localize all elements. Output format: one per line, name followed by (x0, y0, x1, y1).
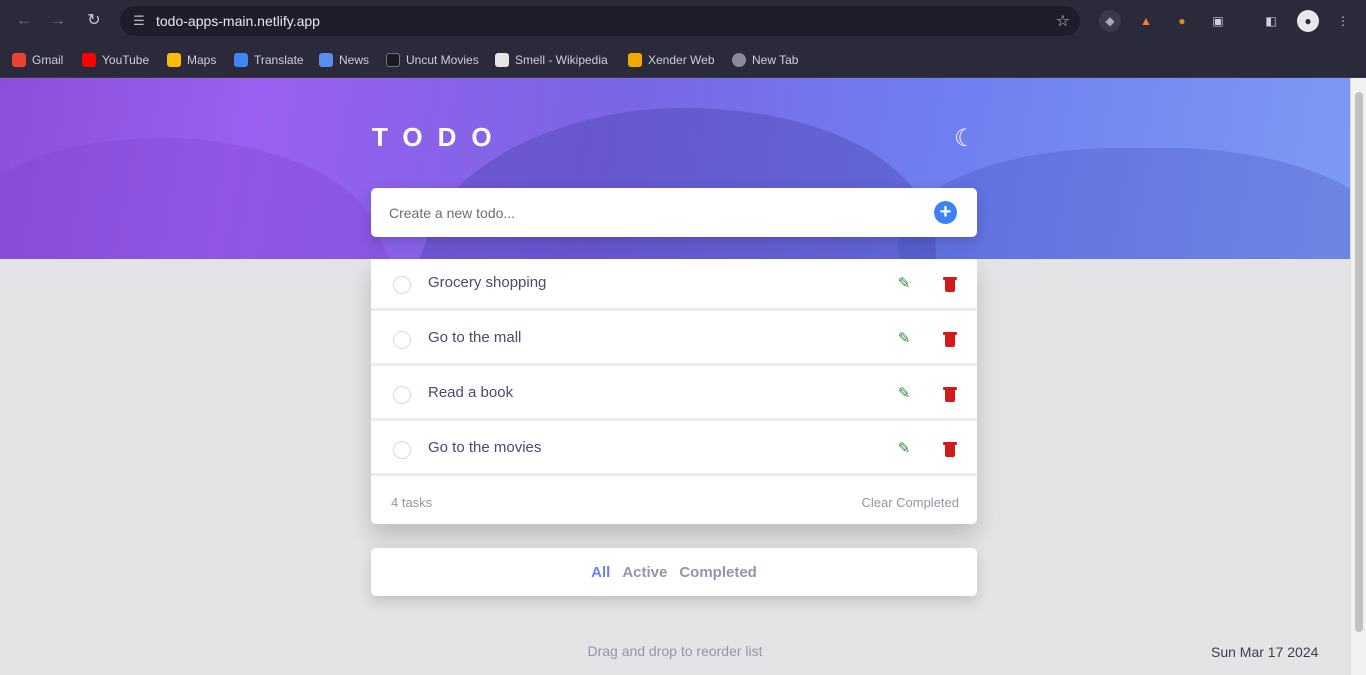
page-viewport: TODO ☾ + Grocery shopping ✎ Go to the ma… (0, 78, 1366, 675)
brave-extension-icon[interactable]: ● (1171, 10, 1193, 32)
add-todo-button[interactable]: + (934, 201, 957, 224)
bookmark-news[interactable]: News (319, 51, 369, 69)
scrollbar-thumb[interactable] (1355, 92, 1363, 632)
bookmark-label: Smell - Wikipedia (515, 53, 608, 67)
bookmark-gmail[interactable]: Gmail (12, 51, 63, 69)
filter-all[interactable]: All (591, 564, 610, 581)
bookmark-translate[interactable]: Translate (234, 51, 304, 69)
reload-icon[interactable]: ↻ (82, 9, 106, 33)
filter-active[interactable]: Active (622, 564, 667, 581)
items-left-count: 4 tasks (391, 495, 433, 510)
xender-icon (628, 53, 642, 67)
todo-text: Go to the mall (428, 329, 522, 346)
extension-icon[interactable]: ◆ (1099, 10, 1121, 32)
edit-icon[interactable]: ✎ (896, 441, 912, 457)
bookmark-xender[interactable]: Xender Web (628, 51, 715, 69)
movies-icon (386, 53, 400, 67)
moon-icon[interactable]: ☾ (954, 126, 980, 152)
translate-icon (234, 53, 248, 67)
bookmark-star-icon[interactable]: ☆ (1056, 11, 1070, 31)
bookmark-label: Xender Web (648, 53, 715, 67)
todo-text: Grocery shopping (428, 274, 547, 291)
maps-icon (167, 53, 181, 67)
browser-toolbar: ← → ↻ ☰ todo-apps-main.netlify.app ☆ ◆ ▲… (0, 0, 1366, 42)
todo-list: Grocery shopping ✎ Go to the mall ✎ Read… (371, 259, 977, 524)
mountain-shape (0, 138, 427, 259)
filter-bar: All Active Completed (371, 548, 977, 596)
gmail-icon (12, 53, 26, 67)
address-bar[interactable]: ☰ todo-apps-main.netlify.app ☆ (120, 6, 1080, 36)
bookmark-label: Maps (187, 53, 217, 67)
wikipedia-icon (495, 53, 509, 67)
bookmark-wikipedia[interactable]: Smell - Wikipedia (495, 51, 608, 69)
youtube-icon (82, 53, 96, 67)
bookmark-label: YouTube (102, 53, 150, 67)
new-todo-bar: + (371, 188, 977, 237)
todo-text: Read a book (428, 384, 514, 401)
delete-icon[interactable] (943, 276, 957, 292)
profile-avatar[interactable]: ● (1297, 10, 1319, 32)
delete-icon[interactable] (943, 331, 957, 347)
edit-icon[interactable]: ✎ (896, 276, 912, 292)
back-icon[interactable]: ← (12, 9, 36, 33)
bookmark-youtube[interactable]: YouTube (82, 51, 149, 69)
todo-item[interactable]: Read a book ✎ (371, 369, 977, 421)
page-scrollbar[interactable] (1350, 78, 1366, 675)
bookmark-new-tab[interactable]: New Tab (732, 51, 798, 69)
bookmark-maps[interactable]: Maps (167, 51, 216, 69)
globe-icon (732, 53, 746, 67)
news-icon (319, 53, 333, 67)
edit-icon[interactable]: ✎ (896, 331, 912, 347)
current-date: Sun Mar 17 2024 (1211, 644, 1319, 660)
todo-checkbox[interactable] (393, 386, 411, 404)
bookmark-label: Translate (254, 53, 304, 67)
notification-extension-icon[interactable]: ▲ (1135, 10, 1157, 32)
todo-list-footer: 4 tasks Clear Completed (371, 481, 977, 524)
bookmark-label: Uncut Movies (406, 53, 479, 67)
bookmark-uncut-movies[interactable]: Uncut Movies (386, 51, 479, 69)
browser-menu-icon[interactable]: ⋮ (1332, 10, 1354, 32)
new-todo-input[interactable] (389, 202, 909, 224)
extensions-puzzle-icon[interactable]: ▣ (1207, 10, 1229, 32)
clear-completed-button[interactable]: Clear Completed (861, 495, 959, 510)
todo-checkbox[interactable] (393, 331, 411, 349)
todo-checkbox[interactable] (393, 441, 411, 459)
todo-item[interactable]: Go to the movies ✎ (371, 424, 977, 476)
todo-checkbox[interactable] (393, 276, 411, 294)
forward-icon[interactable]: → (46, 9, 70, 33)
todo-item[interactable]: Go to the mall ✎ (371, 314, 977, 366)
site-info-icon[interactable]: ☰ (130, 12, 148, 30)
app-title: TODO (372, 122, 507, 152)
bookmark-label: Gmail (32, 53, 64, 67)
side-panel-icon[interactable]: ◧ (1260, 10, 1282, 32)
delete-icon[interactable] (943, 441, 957, 457)
edit-icon[interactable]: ✎ (896, 386, 912, 402)
bookmark-label: News (339, 53, 370, 67)
delete-icon[interactable] (943, 386, 957, 402)
todo-text: Go to the movies (428, 439, 542, 456)
url-text[interactable]: todo-apps-main.netlify.app (156, 13, 320, 29)
drag-drop-hint: Drag and drop to reorder list (587, 643, 763, 659)
filter-completed[interactable]: Completed (679, 564, 757, 581)
todo-item[interactable]: Grocery shopping ✎ (371, 259, 977, 311)
bookmark-label: New Tab (752, 53, 799, 67)
bookmarks-bar: Gmail YouTube Maps Translate News Uncut … (0, 42, 1366, 78)
